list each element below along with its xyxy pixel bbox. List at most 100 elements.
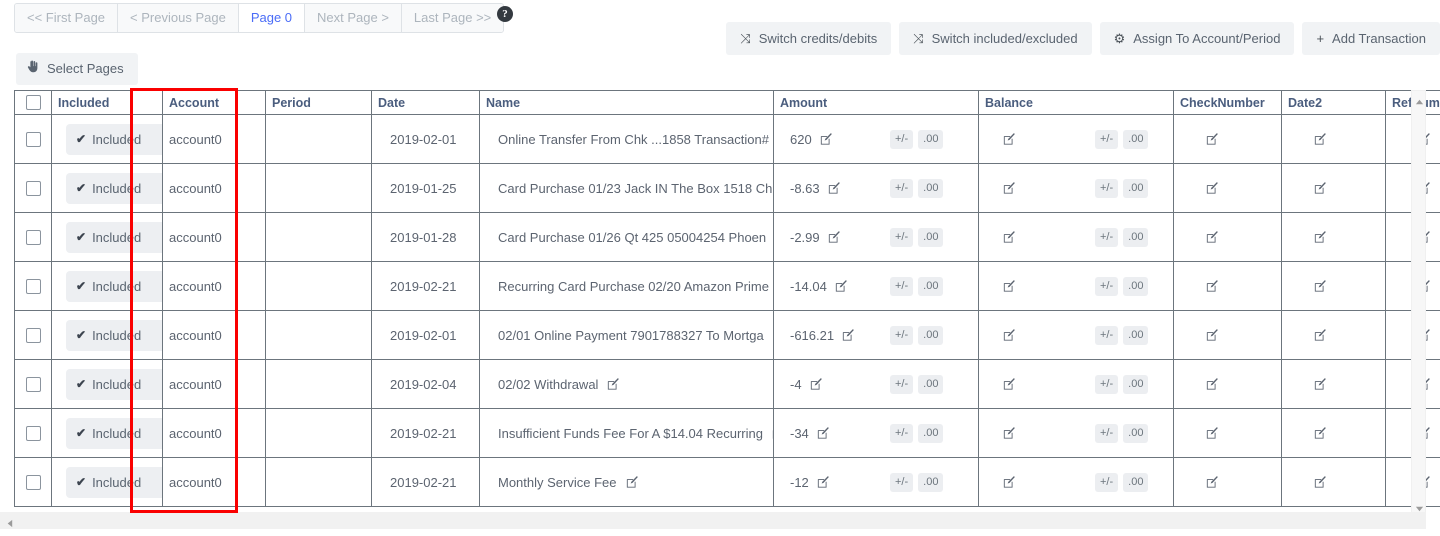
date2-cell[interactable] — [1281, 163, 1386, 213]
date2-cell[interactable] — [1281, 457, 1386, 507]
included-cell[interactable]: ✔ Included — [51, 114, 163, 164]
row-checkbox[interactable] — [25, 425, 41, 441]
checknumber-cell[interactable] — [1173, 457, 1282, 507]
checknumber-cell[interactable] — [1173, 310, 1282, 360]
name-cell[interactable]: Recurring Card Purchase 02/20 Amazon Pri… — [479, 261, 774, 311]
plus-minus-toggle[interactable]: +/- — [1095, 178, 1119, 198]
select-pages-button[interactable]: Select Pages — [16, 53, 138, 85]
checknumber-cell[interactable] — [1173, 212, 1282, 262]
row-select-cell[interactable] — [14, 212, 52, 262]
plus-minus-toggle[interactable]: +/- — [890, 325, 914, 345]
edit-checknumber-icon[interactable] — [1206, 230, 1219, 244]
included-cell[interactable]: ✔ Included — [51, 359, 163, 409]
included-toggle-button[interactable]: ✔ Included — [66, 221, 162, 253]
edit-checknumber-icon[interactable] — [1206, 475, 1219, 489]
checknumber-cell[interactable] — [1173, 408, 1282, 458]
checknumber-cell[interactable] — [1173, 114, 1282, 164]
row-checkbox[interactable] — [25, 327, 41, 343]
pagination-controls[interactable]: << First Page < Previous Page Page 0 Nex… — [14, 3, 505, 33]
row-checkbox[interactable] — [25, 131, 41, 147]
table-row[interactable]: ✔ Included account0 2019-01-25 Card Purchase… — [14, 163, 1440, 213]
row-checkbox[interactable] — [25, 376, 41, 392]
table-row[interactable]: ✔ Included account0 2019-02-01 Online Transf… — [14, 114, 1440, 164]
edit-date2-icon[interactable] — [1314, 132, 1327, 146]
period-cell[interactable] — [265, 310, 372, 360]
date2-cell[interactable] — [1281, 261, 1386, 311]
included-cell[interactable]: ✔ Included — [51, 457, 163, 507]
row-checkbox[interactable] — [25, 278, 41, 294]
balance-cell[interactable]: +/- .00 — [978, 212, 1174, 262]
period-cell[interactable] — [265, 261, 372, 311]
edit-amount-icon[interactable] — [828, 230, 841, 244]
name-cell[interactable]: Insufficient Funds Fee For A $14.04 Recu… — [479, 408, 774, 458]
plus-minus-toggle[interactable]: +/- — [1095, 129, 1119, 149]
select-all-header[interactable] — [14, 90, 52, 115]
decimal-toggle[interactable]: .00 — [918, 227, 944, 247]
amount-cell[interactable]: -34 +/- .00 — [773, 408, 979, 458]
edit-amount-icon[interactable] — [835, 279, 848, 293]
column-header-checknumber[interactable]: CheckNumber — [1173, 90, 1282, 115]
select-all-checkbox[interactable] — [25, 95, 41, 110]
edit-checknumber-icon[interactable] — [1206, 132, 1219, 146]
decimal-toggle[interactable]: .00 — [1123, 423, 1149, 443]
switch-credits-debits-button[interactable]: ⤨ Switch credits/debits — [726, 22, 892, 55]
name-cell[interactable]: Card Purchase 01/26 Qt 425 05004254 Phoe… — [479, 212, 774, 262]
edit-checknumber-icon[interactable] — [1206, 377, 1219, 391]
plus-minus-toggle[interactable]: +/- — [890, 227, 914, 247]
plus-minus-toggle[interactable]: +/- — [890, 276, 914, 296]
row-select-cell[interactable] — [14, 261, 52, 311]
included-cell[interactable]: ✔ Included — [51, 310, 163, 360]
edit-balance-icon[interactable] — [1003, 377, 1016, 391]
balance-cell[interactable]: +/- .00 — [978, 310, 1174, 360]
decimal-toggle[interactable]: .00 — [918, 325, 944, 345]
edit-amount-icon[interactable] — [817, 426, 830, 440]
decimal-toggle[interactable]: .00 — [918, 276, 944, 296]
edit-amount-icon[interactable] — [810, 377, 823, 391]
plus-minus-toggle[interactable]: +/- — [890, 472, 914, 492]
edit-checknumber-icon[interactable] — [1206, 181, 1219, 195]
row-select-cell[interactable] — [14, 163, 52, 213]
next-page-button[interactable]: Next Page > — [305, 4, 402, 32]
account-cell[interactable]: account0 — [162, 408, 266, 458]
balance-cell[interactable]: +/- .00 — [978, 408, 1174, 458]
period-cell[interactable] — [265, 408, 372, 458]
edit-name-icon[interactable] — [626, 475, 639, 489]
previous-page-button[interactable]: < Previous Page — [118, 4, 239, 32]
name-cell[interactable]: Online Transfer From Chk ...1858 Transac… — [479, 114, 774, 164]
last-page-button[interactable]: Last Page >> — [401, 4, 504, 32]
edit-balance-icon[interactable] — [1003, 426, 1016, 440]
period-cell[interactable] — [265, 359, 372, 409]
column-header-account[interactable]: Account — [162, 90, 266, 115]
balance-cell[interactable]: +/- .00 — [978, 359, 1174, 409]
decimal-toggle[interactable]: .00 — [918, 178, 944, 198]
row-select-cell[interactable] — [14, 457, 52, 507]
scroll-up-icon[interactable] — [1415, 95, 1424, 105]
plus-minus-toggle[interactable]: +/- — [1095, 374, 1119, 394]
amount-cell[interactable]: -616.21 +/- .00 — [773, 310, 979, 360]
included-toggle-button[interactable]: ✔ Included — [66, 172, 162, 204]
date-cell[interactable]: 2019-02-01 — [371, 114, 480, 164]
date-cell[interactable]: 2019-01-28 — [371, 212, 480, 262]
plus-minus-toggle[interactable]: +/- — [890, 129, 914, 149]
account-cell[interactable]: account0 — [162, 359, 266, 409]
name-cell[interactable]: Monthly Service Fee — [479, 457, 774, 507]
plus-minus-toggle[interactable]: +/- — [1095, 276, 1119, 296]
plus-minus-toggle[interactable]: +/- — [1095, 472, 1119, 492]
account-cell[interactable]: account0 — [162, 310, 266, 360]
row-select-cell[interactable] — [14, 359, 52, 409]
row-checkbox[interactable] — [25, 180, 41, 196]
name-cell[interactable]: 02/01 Online Payment 7901788327 To Mortg… — [479, 310, 774, 360]
vertical-scrollbar[interactable] — [1411, 90, 1426, 515]
date2-cell[interactable] — [1281, 359, 1386, 409]
checknumber-cell[interactable] — [1173, 261, 1282, 311]
amount-cell[interactable]: -8.63 +/- .00 — [773, 163, 979, 213]
edit-balance-icon[interactable] — [1003, 328, 1016, 342]
edit-balance-icon[interactable] — [1003, 475, 1016, 489]
balance-cell[interactable]: +/- .00 — [978, 457, 1174, 507]
edit-checknumber-icon[interactable] — [1206, 328, 1219, 342]
plus-minus-toggle[interactable]: +/- — [1095, 423, 1119, 443]
column-header-included[interactable]: Included — [51, 90, 163, 115]
included-cell[interactable]: ✔ Included — [51, 212, 163, 262]
included-toggle-button[interactable]: ✔ Included — [66, 270, 162, 302]
plus-minus-toggle[interactable]: +/- — [890, 423, 914, 443]
